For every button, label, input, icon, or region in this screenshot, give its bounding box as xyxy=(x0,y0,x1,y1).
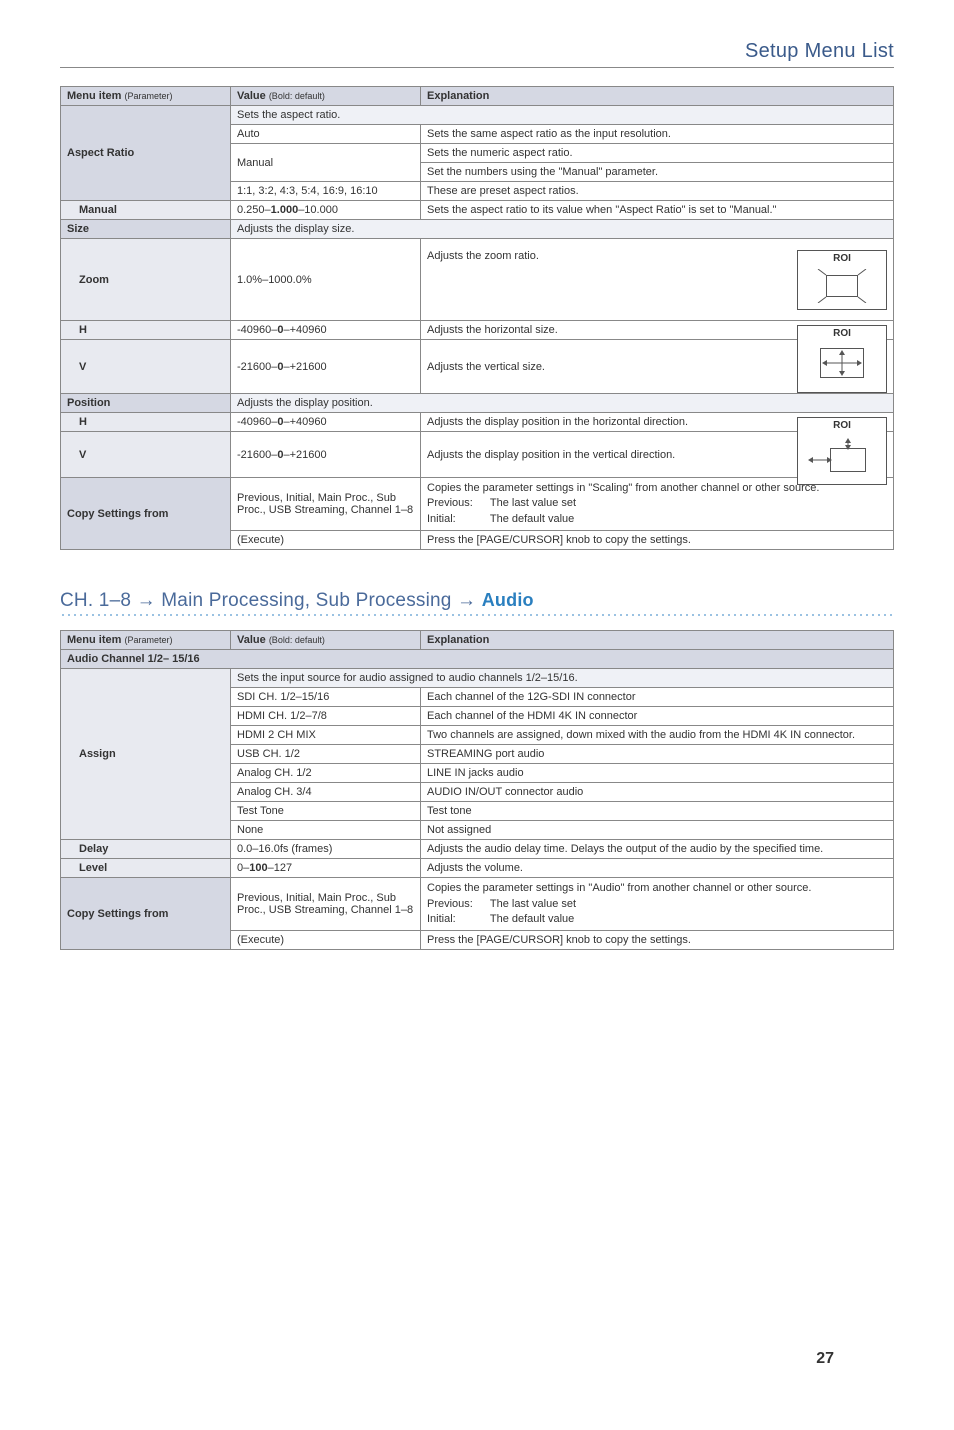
param-size-h: H xyxy=(61,321,231,340)
param-aspect-ratio: Aspect Ratio xyxy=(61,106,231,201)
audio-channel-section: Audio Channel 1/2– 15/16 xyxy=(61,650,894,669)
table-row: H -40960–0–+40960 Adjusts the display po… xyxy=(61,413,894,432)
arrow-icon: → xyxy=(457,590,476,611)
page-number: 27 xyxy=(816,1350,834,1368)
param-level: Level xyxy=(61,859,231,878)
param-pos-h: H xyxy=(61,413,231,432)
param-pos-v: V xyxy=(61,432,231,478)
scaling-table: Menu item (Parameter) Value (Bold: defau… xyxy=(60,86,894,550)
param-assign: Assign xyxy=(61,669,231,840)
table-row: Copy Settings from Previous, Initial, Ma… xyxy=(61,478,894,531)
table-row: H -40960–0–+40960 Adjusts the horizontal… xyxy=(61,321,894,340)
col-value: Value (Bold: default) xyxy=(231,631,421,650)
dotted-rule xyxy=(60,614,894,616)
param-copy-settings: Copy Settings from xyxy=(61,478,231,550)
assign-intro: Sets the input source for audio assigned… xyxy=(231,669,894,688)
col-menu-item: Menu item (Parameter) xyxy=(61,631,231,650)
page-title: Setup Menu List xyxy=(60,40,894,68)
table-row: V -21600–0–+21600 Adjusts the display po… xyxy=(61,432,894,478)
size-intro: Adjusts the display size. xyxy=(231,220,894,239)
param-zoom: Zoom xyxy=(61,239,231,321)
roi-diagram-zoom: ROI xyxy=(797,250,887,310)
arrow-icon: → xyxy=(137,590,156,611)
param-size: Size xyxy=(61,220,231,239)
param-copy-settings-audio: Copy Settings from xyxy=(61,878,231,950)
param-position: Position xyxy=(61,394,231,413)
col-explanation: Explanation xyxy=(421,87,894,106)
aspect-ratio-intro: Sets the aspect ratio. xyxy=(231,106,894,125)
table-row: Zoom 1.0%–1000.0% Adjusts the zoom ratio… xyxy=(61,239,894,321)
col-value: Value (Bold: default) xyxy=(231,87,421,106)
param-size-v: V xyxy=(61,340,231,394)
col-menu-item: Menu item (Parameter) xyxy=(61,87,231,106)
roi-diagram-position: ROI xyxy=(797,417,887,485)
roi-diagram-size-hv: ROI xyxy=(797,325,887,393)
position-intro: Adjusts the display position. xyxy=(231,394,894,413)
param-manual: Manual xyxy=(61,201,231,220)
col-explanation: Explanation xyxy=(421,631,894,650)
audio-table: Menu item (Parameter) Value (Bold: defau… xyxy=(60,630,894,950)
table-row: Copy Settings from Previous, Initial, Ma… xyxy=(61,878,894,931)
section-heading-audio: CH. 1–8 → Main Processing, Sub Processin… xyxy=(60,590,894,612)
table-row: Level 0–100–127 Adjusts the volume. xyxy=(61,859,894,878)
table-row: Delay 0.0–16.0fs (frames) Adjusts the au… xyxy=(61,840,894,859)
table-row: V -21600–0–+21600 Adjusts the vertical s… xyxy=(61,340,894,394)
table-row: Manual 0.250–1.000–10.000 Sets the aspec… xyxy=(61,201,894,220)
param-delay: Delay xyxy=(61,840,231,859)
